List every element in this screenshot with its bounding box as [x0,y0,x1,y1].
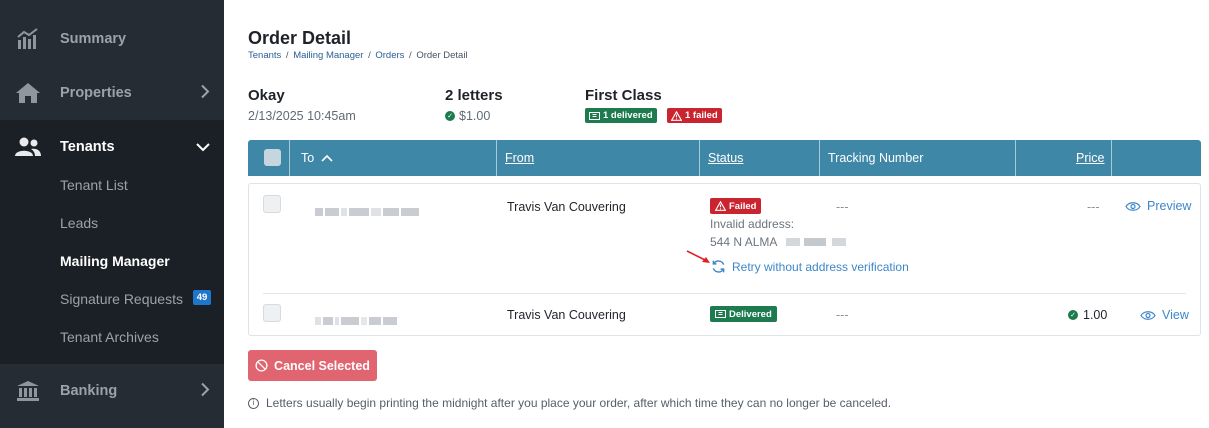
breadcrumb-mailing-manager-link[interactable]: Mailing Manager [293,50,363,61]
column-price[interactable]: Price [1076,140,1104,176]
delivered-count-badge: 1 delivered [585,108,657,123]
warning-icon [715,201,726,211]
check-circle-icon: ✓ [1068,310,1078,320]
orders-table-header: To From Status Tracking Number Price [248,140,1201,176]
mail-icon [589,111,600,120]
printing-info-note: i Letters usually begin printing the mid… [248,396,891,410]
warning-icon [671,110,682,121]
sidebar-item-label: Summary [60,31,127,47]
row-checkbox[interactable] [263,304,281,322]
column-status[interactable]: Status [708,140,743,176]
status-badge-delivered: Delivered [710,306,777,322]
tracking-number: --- [836,200,849,214]
check-circle-icon: ✓ [445,111,455,121]
sort-up-icon [321,154,333,162]
sidebar-item-label: Tenants [60,139,115,155]
sidebar-subitem-signature-requests[interactable]: Signature Requests [60,291,183,307]
page-title: Order Detail [248,28,352,48]
chart-icon [14,27,42,51]
chevron-right-icon [200,382,210,400]
preview-label: Preview [1147,199,1192,213]
sidebar-item-banking[interactable]: Banking [0,364,224,418]
ban-icon [255,359,268,372]
order-date: 2/13/2025 10:45am [248,109,356,123]
row-price: ✓ 1.00 [1068,308,1107,322]
sidebar-item-properties[interactable]: Properties [0,66,224,120]
failed-address: 544 N ALMA [710,235,857,249]
cancel-selected-button[interactable]: Cancel Selected [248,350,377,381]
column-to-label: To [301,151,315,165]
tracking-number: --- [836,308,849,322]
breadcrumb-current: Order Detail [416,50,468,61]
sidebar-subitem-tenant-list[interactable]: Tenant List [60,177,128,193]
chevron-down-icon [196,139,210,155]
breadcrumb-separator: / [409,50,412,61]
sidebar-subitem-leads[interactable]: Leads [60,215,98,231]
home-icon [14,81,42,105]
sidebar-item-summary[interactable]: Summary [0,12,224,66]
users-icon [14,135,42,159]
column-to[interactable]: To [301,140,333,176]
status-badge-failed: Failed [710,198,762,214]
breadcrumb-separator: / [285,50,289,61]
breadcrumb-separator: / [368,50,371,61]
select-all-checkbox[interactable] [264,149,281,166]
sidebar: Summary Properties Tenants Tenant List L… [0,0,224,428]
retry-without-verification-link[interactable]: Retry without address verification [711,259,909,274]
sidebar-item-label: Properties [60,85,132,101]
sidebar-item-tenants[interactable]: Tenants [0,120,224,174]
preview-link[interactable]: Preview [1125,199,1191,213]
from-name: Travis Van Couvering [507,308,626,322]
order-total: ✓ $1.00 [445,109,490,123]
recipient-name-redacted [315,207,419,217]
failed-count-badge: 1 failed [667,108,722,123]
orders-table-body: Travis Van Couvering Failed Invalid addr… [248,183,1201,336]
order-name: Okay [248,87,285,104]
order-total-value: $1.00 [459,109,491,123]
eye-icon [1125,201,1141,211]
status-detail: Invalid address: [710,217,795,231]
cancel-selected-label: Cancel Selected [274,358,370,373]
retry-label: Retry without address verification [732,259,909,274]
column-tracking-number: Tracking Number [828,151,924,165]
row-checkbox[interactable] [263,195,281,213]
delivered-count-label: 1 delivered [603,110,653,121]
chevron-right-icon [200,84,210,102]
eye-icon [1140,310,1156,320]
column-from[interactable]: From [505,140,534,176]
letter-count: 2 letters [445,87,503,104]
from-name: Travis Van Couvering [507,200,626,214]
mail-class: First Class [585,87,662,104]
printing-info-text: Letters usually begin printing the midni… [266,396,892,410]
sidebar-item-label: Banking [60,383,118,399]
failed-count-label: 1 failed [685,110,718,121]
mail-icon [715,310,726,318]
row-divider [263,293,1186,294]
address-redacted [786,238,857,246]
tenants-section: Tenants [0,120,224,364]
signature-requests-count-badge: 49 [193,290,211,305]
breadcrumb: Tenants / Mailing Manager / Orders / Ord… [248,50,468,61]
view-link[interactable]: View [1140,308,1189,322]
red-arrow-annotation [686,250,710,263]
status-label: Delivered [729,308,772,320]
bank-icon [14,379,42,403]
refresh-icon [712,260,725,273]
status-label: Failed [729,200,757,212]
sidebar-subitem-mailing-manager[interactable]: Mailing Manager [60,253,170,269]
row-price-value: 1.00 [1083,308,1108,322]
view-label: View [1162,308,1189,322]
sidebar-subitem-tenant-archives[interactable]: Tenant Archives [60,329,159,345]
failed-address-text: 544 N ALMA [710,235,777,249]
recipient-name-redacted [315,316,397,326]
row-price: --- [1087,200,1100,214]
info-icon: i [248,397,259,409]
breadcrumb-orders-link[interactable]: Orders [375,50,404,61]
breadcrumb-tenants-link[interactable]: Tenants [248,50,281,61]
